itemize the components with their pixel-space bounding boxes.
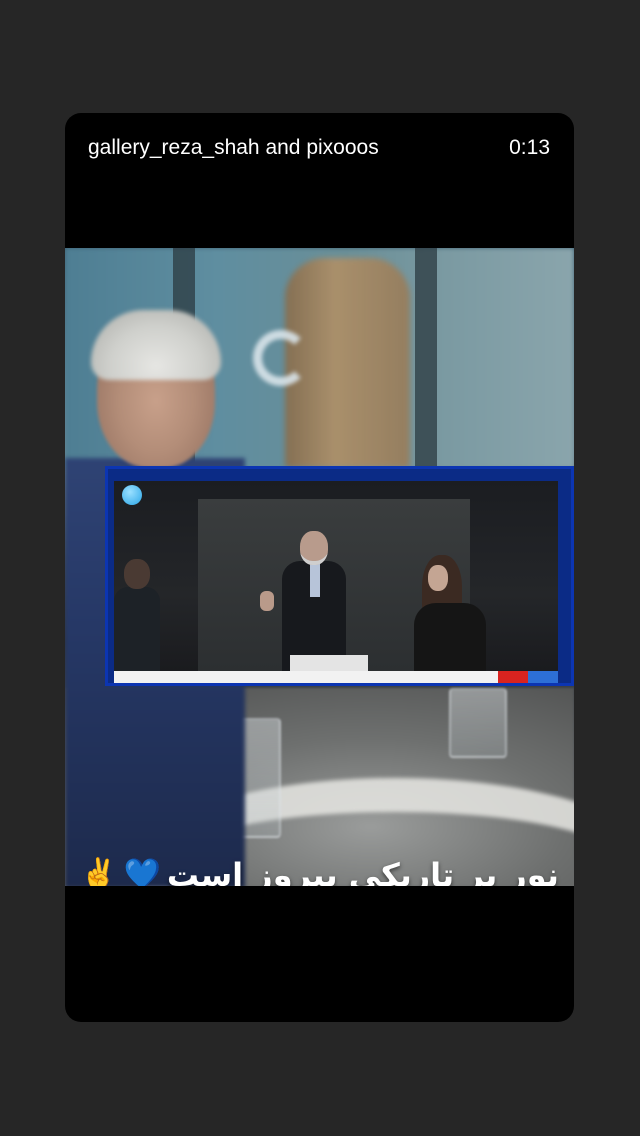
story-video[interactable]: نور بر تاریکی پیروز است💙✌️ [65, 248, 574, 886]
speaker-hair [91, 310, 221, 380]
tv-screen [114, 481, 558, 671]
blue-heart-icon: 💙 [123, 858, 161, 886]
tv-speaker-hand [260, 591, 274, 611]
story-caption: نور بر تاریکی پیروز است💙✌️ [65, 852, 574, 886]
story-header: gallery_reza_shah and pixooos 0:13 [65, 113, 574, 248]
story-author-names[interactable]: gallery_reza_shah and pixooos [88, 134, 418, 161]
tv-news-ticker [114, 671, 558, 683]
background-post [415, 248, 437, 468]
tv-woman [414, 555, 486, 671]
story-card[interactable]: gallery_reza_shah and pixooos 0:13 نور ب… [65, 113, 574, 1022]
water-glass [449, 688, 507, 758]
tv-speaker [282, 531, 346, 671]
channel-logo-icon [122, 485, 142, 505]
background-logo [253, 330, 309, 386]
story-timestamp: 0:13 [509, 136, 550, 159]
tv-bodyguard [114, 559, 160, 671]
inset-tv-broadcast [105, 466, 574, 686]
victory-hand-icon: ✌️ [80, 858, 118, 886]
lectern [290, 655, 368, 671]
caption-text: نور بر تاریکی پیروز است [166, 856, 559, 886]
